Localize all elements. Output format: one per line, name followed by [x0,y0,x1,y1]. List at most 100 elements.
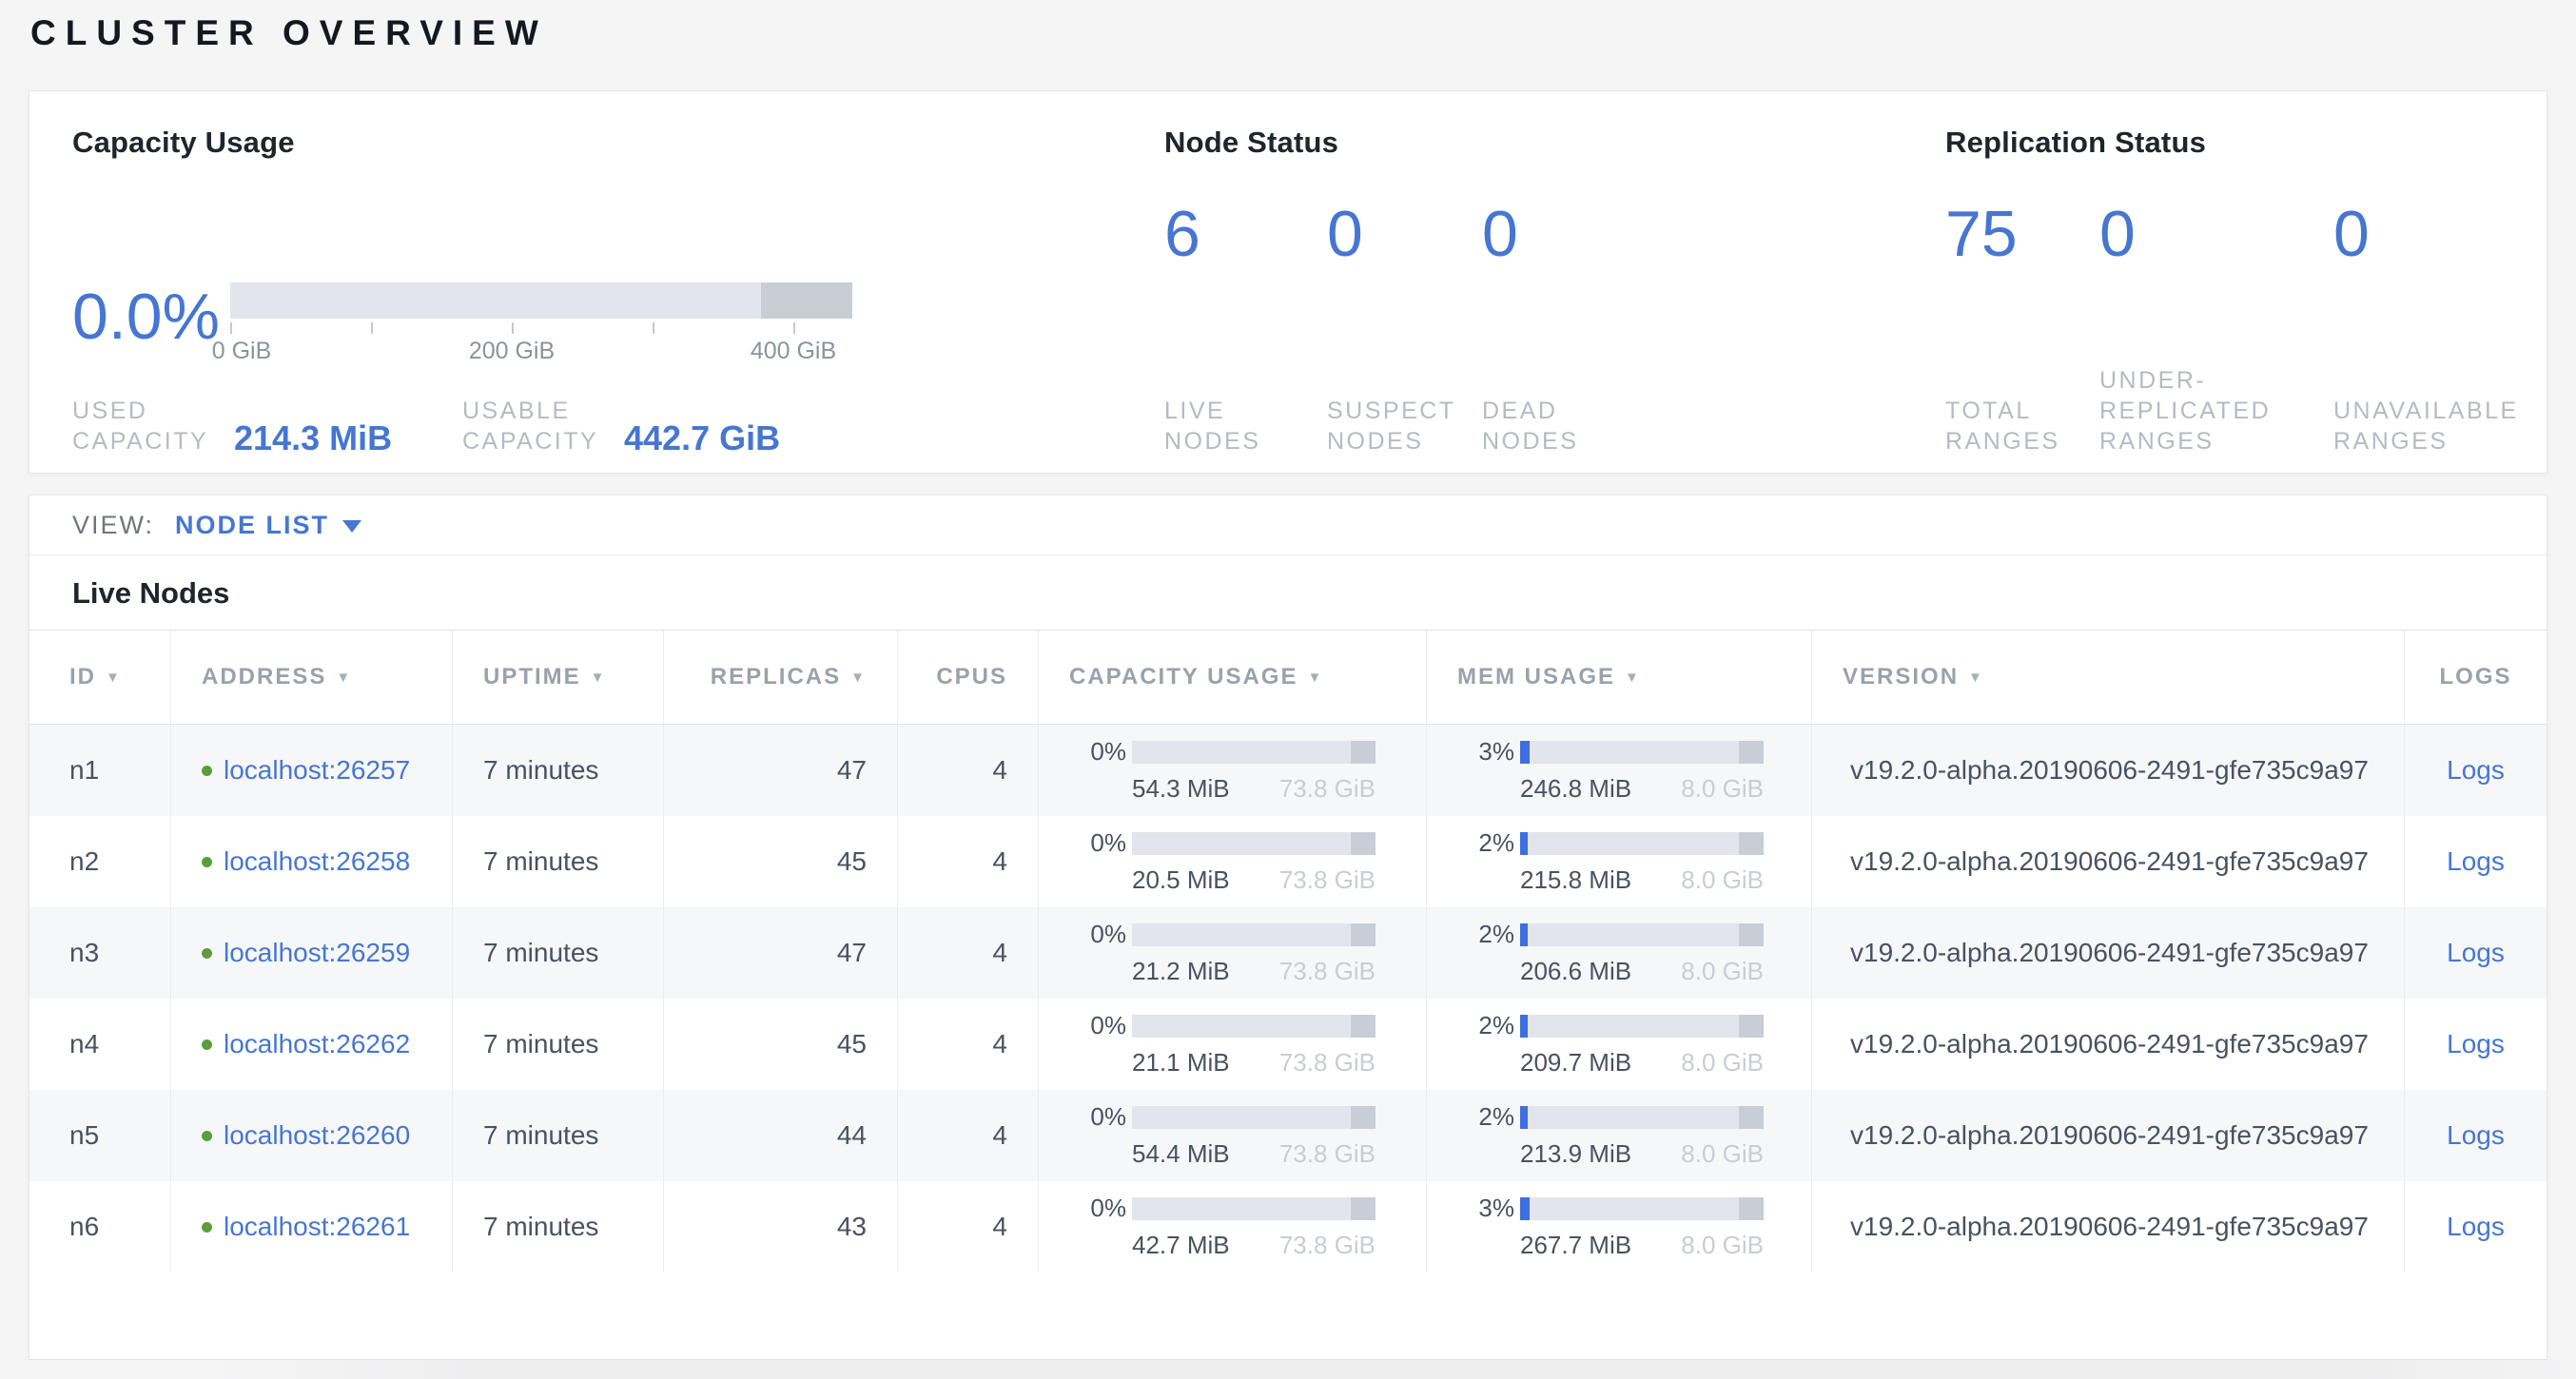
live-nodes-title: Live Nodes [72,576,2547,611]
capacity-percent-label: 0% [1064,1102,1126,1132]
under-replicated-label: UNDER-REPLICATED RANGES [2099,365,2271,456]
version-cell: v19.2.0-alpha.20190606-2491-gfe735c9a97 [1811,1181,2404,1272]
table-row: n3 localhost:26259 7 minutes 47 4 0% 21.… [29,907,2547,999]
column-header-version[interactable]: VERSION▼ [1811,631,2404,724]
mem-usage-cell: 2% 213.9 MiB 8.0 GiB [1426,1090,1811,1181]
mem-total-value: 8.0 GiB [1681,865,1764,895]
logs-link[interactable]: Logs [2447,1120,2505,1151]
capacity-percent-label: 0% [1064,1011,1126,1040]
node-address-link[interactable]: localhost:26260 [224,1120,410,1151]
capacity-usage-bar [1132,832,1376,855]
column-header-cpus: CPUS [897,631,1038,724]
cpus-cell: 4 [897,1090,1038,1181]
logs-link[interactable]: Logs [2447,755,2505,786]
cpus-cell: 4 [897,999,1038,1090]
column-header-mem-usage[interactable]: MEM USAGE▼ [1426,631,1811,724]
capacity-gauge: 0.0% 0 GiB 200 GiB 400 GiB [72,282,852,364]
mem-total-value: 8.0 GiB [1681,774,1764,804]
capacity-total-value: 73.8 GiB [1279,1139,1376,1169]
node-status-panel: Node Status 6 LIVE NODES 0 SUSPECT NODES… [1164,126,1754,460]
used-capacity-stat: USED CAPACITY 214.3 MiB [72,396,392,456]
node-address-link[interactable]: localhost:26258 [224,846,410,877]
replicas-cell: 47 [663,907,897,999]
table-row: n6 localhost:26261 7 minutes 43 4 0% 42.… [29,1181,2547,1272]
mem-reserved-segment [1739,832,1764,855]
node-id-cell: n5 [29,1090,170,1181]
view-bar: VIEW: NODE LIST [29,495,2547,555]
sort-desc-icon: ▼ [1307,670,1323,686]
capacity-usage-cell: 0% 21.1 MiB 73.8 GiB [1038,999,1426,1090]
column-header-uptime[interactable]: UPTIME▼ [452,631,663,724]
mem-usage-cell: 2% 206.6 MiB 8.0 GiB [1426,907,1811,999]
node-address-link[interactable]: localhost:26262 [224,1029,410,1059]
logs-link[interactable]: Logs [2447,938,2505,968]
under-replicated-value: 0 [2099,202,2136,266]
mem-used-value: 209.7 MiB [1520,1048,1631,1078]
logs-cell: Logs [2404,1181,2547,1272]
version-cell: v19.2.0-alpha.20190606-2491-gfe735c9a97 [1811,816,2404,907]
table-row: n2 localhost:26258 7 minutes 45 4 0% 20.… [29,816,2547,907]
capacity-usage-cell: 0% 42.7 MiB 73.8 GiB [1038,1181,1426,1272]
page-bottom-shadow [0,1360,2576,1379]
column-header-id[interactable]: ID▼ [29,631,170,724]
column-header-replicas[interactable]: REPLICAS▼ [663,631,897,724]
used-capacity-value: 214.3 MiB [234,420,392,456]
logs-link[interactable]: Logs [2447,1029,2505,1059]
suspect-nodes-label: SUSPECT NODES [1327,396,1455,456]
live-nodes-table-header: ID▼ ADDRESS▼ UPTIME▼ REPLICAS▼ CPUS CAPA… [29,630,2547,725]
capacity-bar-reserved-segment [761,282,852,319]
capacity-percent-label: 0% [1064,828,1126,858]
capacity-used-value: 42.7 MiB [1132,1231,1230,1260]
capacity-used-value: 21.2 MiB [1132,957,1230,986]
mem-reserved-segment [1739,1106,1764,1129]
mem-used-segment [1520,741,1530,764]
replicas-cell: 47 [663,725,897,816]
sort-desc-icon: ▼ [336,670,352,686]
cpus-cell: 4 [897,816,1038,907]
mem-used-segment [1520,1015,1528,1038]
uptime-cell: 7 minutes [452,907,663,999]
node-list-card: VIEW: NODE LIST Live Nodes ID▼ ADDRESS▼ … [29,495,2547,1360]
mem-used-value: 206.6 MiB [1520,957,1631,986]
live-nodes-label: LIVE NODES [1164,396,1260,456]
node-address-link[interactable]: localhost:26257 [224,755,410,786]
caret-down-icon [342,520,361,533]
logs-link[interactable]: Logs [2447,1212,2505,1242]
capacity-usage-bar [1132,1015,1376,1038]
column-header-address[interactable]: ADDRESS▼ [170,631,452,724]
capacity-percent-label: 0% [1064,737,1126,767]
capacity-reserved-segment [1351,832,1376,855]
capacity-usage-cell: 0% 54.4 MiB 73.8 GiB [1038,1090,1426,1181]
capacity-reserved-segment [1351,923,1376,946]
unavailable-value: 0 [2333,202,2370,266]
node-health-icon [202,1039,212,1050]
replicas-cell: 45 [663,999,897,1090]
node-id-cell: n1 [29,725,170,816]
view-mode-dropdown[interactable]: NODE LIST [175,511,361,540]
capacity-bar [230,282,852,319]
capacity-usage-cell: 0% 54.3 MiB 73.8 GiB [1038,725,1426,816]
capacity-used-value: 54.4 MiB [1132,1139,1230,1169]
page-title: CLUSTER OVERVIEW [30,13,548,53]
capacity-percent-label: 0% [1064,1194,1126,1223]
capacity-usage-panel: Capacity Usage 0.0% 0 GiB 200 GiB 400 Gi… [72,126,1100,460]
version-cell: v19.2.0-alpha.20190606-2491-gfe735c9a97 [1811,907,2404,999]
capacity-usage-cell: 0% 21.2 MiB 73.8 GiB [1038,907,1426,999]
node-address-cell: localhost:26260 [170,1090,452,1181]
logs-cell: Logs [2404,1090,2547,1181]
table-row: n4 localhost:26262 7 minutes 45 4 0% 21.… [29,999,2547,1090]
cluster-summary-card: Capacity Usage 0.0% 0 GiB 200 GiB 400 Gi… [29,90,2547,474]
mem-percent-label: 3% [1452,737,1514,767]
mem-reserved-segment [1739,923,1764,946]
node-address-link[interactable]: localhost:26261 [224,1212,410,1242]
column-header-capacity-usage[interactable]: CAPACITY USAGE▼ [1038,631,1426,724]
uptime-cell: 7 minutes [452,816,663,907]
unavailable-label: UNAVAILABLE RANGES [2333,396,2519,456]
node-id-cell: n3 [29,907,170,999]
capacity-used-percent: 0.0% [72,282,230,364]
usable-capacity-value: 442.7 GiB [624,420,780,456]
logs-link[interactable]: Logs [2447,846,2505,877]
mem-used-value: 267.7 MiB [1520,1231,1631,1260]
used-capacity-label: USED CAPACITY [72,396,224,456]
node-address-link[interactable]: localhost:26259 [224,938,410,968]
